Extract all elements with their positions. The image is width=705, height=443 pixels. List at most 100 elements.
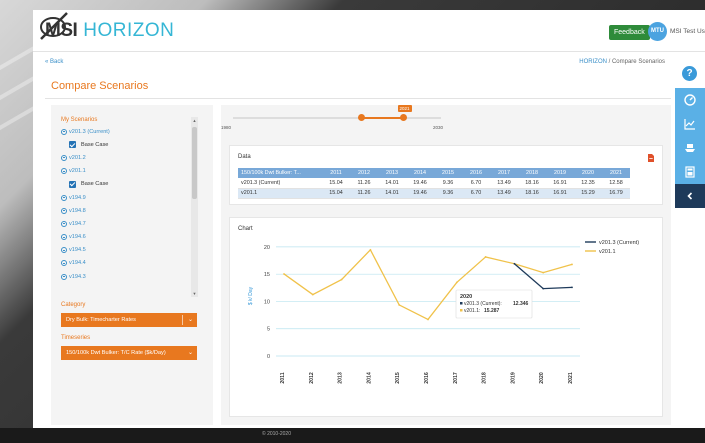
table-cell: 14.01 [378, 178, 406, 189]
scenario-item[interactable]: v201.1 [61, 165, 201, 178]
table-cell: 15.29 [574, 188, 602, 199]
legend-entry[interactable]: v201.1 [599, 249, 616, 255]
expand-plus-icon[interactable] [61, 234, 67, 241]
user-menu[interactable]: MSI Test User ▾ [670, 27, 705, 35]
y-tick-label: 5 [267, 327, 270, 333]
table-cell: 14.01 [378, 188, 406, 199]
table-series-header: 150/100k Dwt Bulker: T... [238, 168, 322, 178]
expand-plus-icon[interactable] [61, 247, 67, 254]
back-link[interactable]: « Back [45, 59, 63, 65]
help-icon[interactable]: ? [682, 66, 697, 81]
logo-msi-text: MSI [45, 20, 78, 41]
timeseries-select[interactable]: 150/100k Dwt Bulker: T/C Rate ($k/Day) ⌄ [61, 346, 197, 360]
expand-plus-icon[interactable] [61, 154, 67, 161]
breadcrumb-home-link[interactable]: HORIZON [579, 59, 607, 65]
data-point [340, 278, 343, 281]
table-cell: 11.26 [350, 188, 378, 199]
table-row: v201.3 (Current) 15.04 11.26 14.01 19.46 9.36… [238, 178, 630, 189]
table-cell: 16.91 [546, 178, 574, 189]
table-cell: 13.49 [490, 188, 518, 199]
scenario-scrollbar[interactable]: ▲ ▼ [191, 117, 198, 297]
scenario-label: v194.7 [69, 220, 86, 227]
category-label: Category [61, 302, 86, 308]
msi-horizon-logo[interactable]: MSI HORIZON [40, 12, 175, 47]
expand-plus-icon[interactable] [61, 273, 67, 280]
checkbox-checked-icon[interactable] [69, 141, 76, 149]
expand-plus-icon[interactable] [61, 168, 67, 175]
line-chart[interactable]: 0 5 10 15 20 $ k/ Day 2011 2012 2013 2014 2015 2016… [230, 218, 662, 416]
scenario-item[interactable]: v194.3 [61, 270, 201, 283]
scenario-item[interactable]: v194.6 [61, 231, 201, 244]
scenario-item[interactable]: v194.8 [61, 204, 201, 217]
compare-main-area: 2021 1980 2030 Data 150/100k Dwt Bulker:… [221, 105, 671, 425]
scenario-item[interactable]: v194.7 [61, 217, 201, 230]
scenario-label: v194.9 [69, 194, 86, 201]
data-point [513, 262, 516, 265]
tooltip-line1-value: 12.346 [513, 301, 529, 307]
scenario-item[interactable]: v194.9 [61, 191, 201, 204]
table-year-header: 2020 [574, 168, 602, 178]
table-row-name: v201.1 [238, 188, 322, 199]
scenario-checkbox-item[interactable]: Base Case [61, 138, 201, 151]
scenario-item[interactable]: v201.3 (Current) [61, 125, 201, 138]
table-cell: 13.49 [490, 178, 518, 189]
table-year-header: 2012 [350, 168, 378, 178]
expand-plus-icon[interactable] [61, 260, 67, 267]
table-year-header: 2016 [462, 168, 490, 178]
tooltip-marker [460, 309, 463, 312]
scenario-checkbox-item[interactable]: Base Case [61, 178, 201, 191]
x-tick-label: 2016 [424, 372, 430, 384]
expand-plus-icon[interactable] [61, 220, 67, 227]
scroll-down-icon[interactable]: ▼ [191, 291, 198, 296]
table-year-header: 2014 [406, 168, 434, 178]
table-cell: 9.36 [434, 188, 462, 199]
x-tick-label: 2013 [338, 372, 344, 384]
chart-line-icon[interactable] [675, 112, 705, 136]
x-tick-label: 2020 [539, 372, 545, 384]
export-file-icon[interactable] [648, 154, 654, 162]
scroll-thumb[interactable] [192, 127, 197, 199]
expand-plus-icon[interactable] [61, 207, 67, 214]
scenario-label: v194.5 [69, 247, 86, 254]
x-tick-label: 2012 [309, 372, 315, 384]
collapse-chevron-icon[interactable] [675, 184, 705, 208]
scenario-item[interactable]: v194.5 [61, 244, 201, 257]
ship-icon[interactable] [675, 136, 705, 160]
data-point [369, 248, 372, 251]
calculator-icon[interactable] [675, 160, 705, 184]
table-cell: 19.46 [406, 188, 434, 199]
expand-plus-icon[interactable] [61, 194, 67, 201]
year-range-slider[interactable]: 2021 1980 2030 [221, 105, 671, 135]
tooltip-year: 2020 [460, 294, 472, 300]
scenario-item[interactable]: v201.2 [61, 151, 201, 164]
slider-start-handle[interactable] [358, 114, 366, 121]
speedometer-icon[interactable] [675, 88, 705, 112]
category-select[interactable]: Dry Bulk: Timecharter Rates ⌄ [61, 313, 197, 327]
table-cell: 15.04 [322, 178, 350, 189]
table-year-header: 2011 [322, 168, 350, 178]
table-cell: 12.35 [574, 178, 602, 189]
data-card-title: Data [238, 154, 251, 160]
data-table: 150/100k Dwt Bulker: T... 2011 2012 2013 201… [238, 168, 630, 199]
feedback-button[interactable]: Feedback [609, 25, 650, 40]
user-avatar[interactable]: MTU [648, 22, 667, 41]
scroll-up-icon[interactable]: ▲ [191, 118, 198, 123]
slider-end-handle[interactable] [400, 114, 408, 121]
slider-track[interactable] [233, 117, 441, 119]
slider-range-fill [361, 117, 404, 119]
checkbox-checked-icon[interactable] [69, 180, 76, 188]
tooltip-marker [460, 302, 463, 305]
copyright-text: © 2010-2020 [262, 431, 291, 437]
slider-tooltip: 2021 [397, 105, 412, 112]
data-point [542, 287, 545, 290]
table-year-header: 2015 [434, 168, 462, 178]
logo-horizon-text: HORIZON [83, 20, 175, 41]
table-row-name: v201.3 (Current) [238, 178, 322, 189]
y-tick-label: 20 [264, 245, 270, 251]
expand-plus-icon[interactable] [61, 128, 67, 135]
scenario-item[interactable]: v194.4 [61, 257, 201, 270]
table-cell: 9.36 [434, 178, 462, 189]
scenario-label: v194.4 [69, 260, 86, 267]
y-axis-label: $ k/ Day [248, 286, 254, 305]
legend-entry[interactable]: v201.3 (Current) [599, 240, 639, 246]
